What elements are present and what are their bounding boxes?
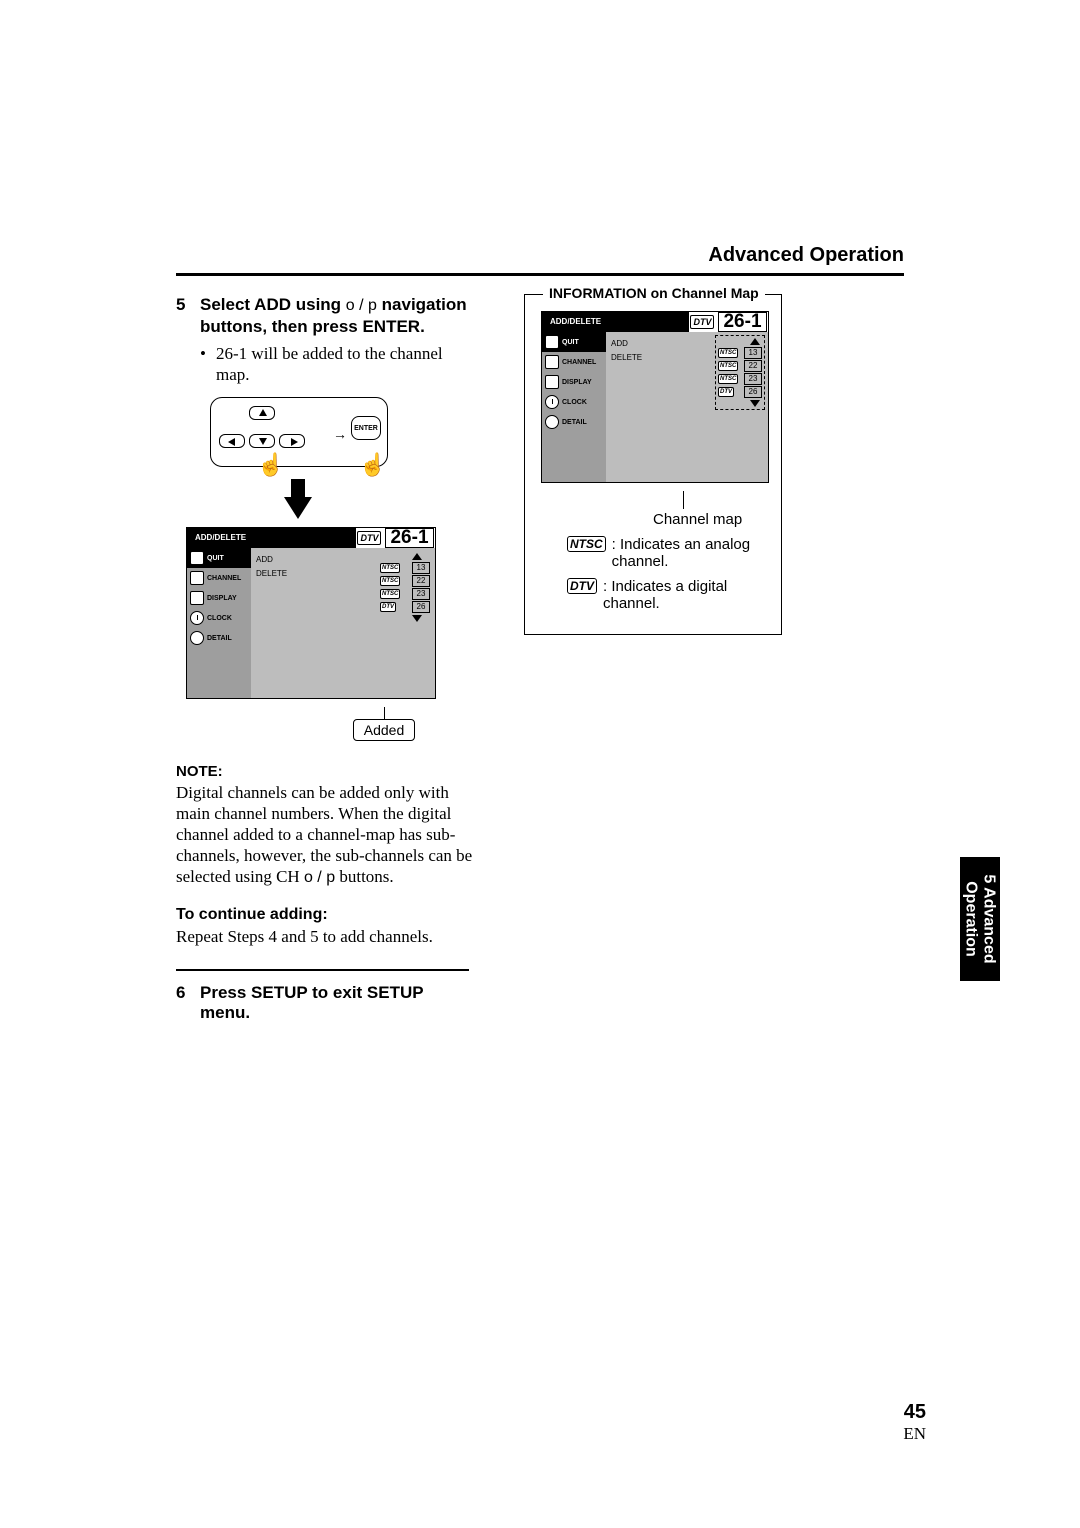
nav-right-button[interactable]	[279, 434, 305, 448]
osd-add-delete-screen: ADD/DELETE DTV 26-1 QUIT CHANNEL DISPLAY…	[186, 527, 436, 699]
channel-row: NTSC23	[718, 373, 762, 385]
enter-button[interactable]: ENTER	[351, 416, 381, 440]
dtv-description: : Indicates a digital channel.	[603, 578, 759, 612]
section-header: Advanced Operation	[176, 244, 904, 267]
pointing-hand-icon: ☝	[359, 452, 386, 478]
step6-heading: 6 Press SETUP to exit SETUP menu.	[176, 983, 476, 1023]
header-rule	[176, 273, 904, 276]
channel-list: NTSC13 NTSC22 NTSC23 DTV26	[715, 335, 765, 410]
channel-row: NTSC23	[380, 588, 430, 600]
dtv-badge: DTV	[357, 531, 381, 545]
osd-menu-add[interactable]: ADD	[256, 553, 287, 567]
osd-sidebar-quit[interactable]: QUIT	[542, 332, 606, 352]
osd-sidebar-display[interactable]: DISPLAY	[542, 372, 606, 392]
page-footer: 45 EN	[903, 1401, 926, 1444]
nav-symbols: o / p	[346, 297, 377, 314]
channel-row: DTV26	[380, 601, 430, 613]
page-number: 45	[904, 1401, 926, 1423]
current-channel-number: 26-1	[385, 528, 433, 548]
info-box-channel-map: INFORMATION on Channel Map ADD/DELETE DT…	[524, 294, 782, 635]
divider	[176, 969, 469, 971]
nav-left-button[interactable]	[219, 434, 245, 448]
channel-map-callout: Channel map	[653, 511, 773, 528]
added-callout: Added	[353, 719, 415, 741]
step6-number: 6	[176, 983, 200, 1023]
osd-sidebar-channel[interactable]: CHANNEL	[187, 568, 251, 588]
current-channel-number: 26-1	[718, 312, 766, 332]
osd-header-tab: ADD/DELETE	[542, 312, 688, 332]
osd-sidebar-detail[interactable]: DETAIL	[542, 412, 606, 432]
osd-sidebar-detail[interactable]: DETAIL	[187, 628, 251, 648]
note-body: Digital channels can be added only with …	[176, 782, 476, 888]
step6-text: Press SETUP to exit SETUP menu.	[200, 983, 476, 1023]
continue-adding-heading: To continue adding:	[176, 906, 476, 924]
callout-line	[683, 491, 684, 509]
channel-row: DTV26	[718, 386, 762, 398]
osd-menu-delete[interactable]: DELETE	[256, 567, 287, 581]
ntsc-description: : Indicates an analog channel.	[612, 536, 759, 570]
chevron-up-icon[interactable]	[750, 338, 760, 345]
step5-number: 5	[176, 294, 200, 337]
osd-info-screen: ADD/DELETE DTV 26-1 QUIT CHANNEL DISPLAY…	[541, 311, 769, 483]
step5-text-prefix: Select ADD using	[200, 295, 346, 314]
chevron-up-icon[interactable]	[412, 553, 422, 560]
osd-menu-delete[interactable]: DELETE	[611, 351, 642, 365]
note-heading: NOTE:	[176, 763, 476, 780]
chevron-down-icon[interactable]	[412, 615, 422, 622]
chevron-down-icon[interactable]	[750, 400, 760, 407]
osd-sidebar-channel[interactable]: CHANNEL	[542, 352, 606, 372]
step5-bullet: 26-1 will be added to the channel map.	[216, 343, 476, 385]
chapter-tab: 5 Advanced Operation	[960, 857, 1000, 981]
info-box-title: INFORMATION on Channel Map	[543, 285, 765, 301]
channel-row: NTSC13	[380, 562, 430, 574]
channel-row: NTSC22	[380, 575, 430, 587]
step5-heading: 5 Select ADD using o / p navigation butt…	[176, 294, 476, 337]
osd-header-tab: ADD/DELETE	[187, 528, 355, 548]
osd-sidebar-clock[interactable]: CLOCK	[187, 608, 251, 628]
channel-list: NTSC13 NTSC22 NTSC23 DTV26	[380, 553, 430, 622]
bullet-mark: •	[200, 343, 216, 385]
pointing-hand-icon: ☝	[257, 452, 284, 478]
osd-sidebar-quit[interactable]: QUIT	[187, 548, 251, 568]
remote-illustration: → ENTER ☝ ☝	[210, 397, 476, 519]
arrow-right-icon: →	[333, 428, 347, 444]
osd-menu-add[interactable]: ADD	[611, 337, 642, 351]
down-arrow-icon	[284, 497, 312, 519]
callout-line	[384, 707, 385, 719]
osd-sidebar-display[interactable]: DISPLAY	[187, 588, 251, 608]
nav-up-button[interactable]	[249, 406, 275, 420]
ntsc-badge-large: NTSC	[567, 536, 606, 552]
nav-down-button[interactable]	[249, 434, 275, 448]
page-language: EN	[903, 1424, 926, 1444]
osd-sidebar-clock[interactable]: CLOCK	[542, 392, 606, 412]
channel-row: NTSC13	[718, 347, 762, 359]
continue-adding-body: Repeat Steps 4 and 5 to add channels.	[176, 926, 476, 947]
dtv-badge-large: DTV	[567, 578, 597, 594]
channel-row: NTSC22	[718, 360, 762, 372]
dtv-badge: DTV	[690, 315, 714, 329]
